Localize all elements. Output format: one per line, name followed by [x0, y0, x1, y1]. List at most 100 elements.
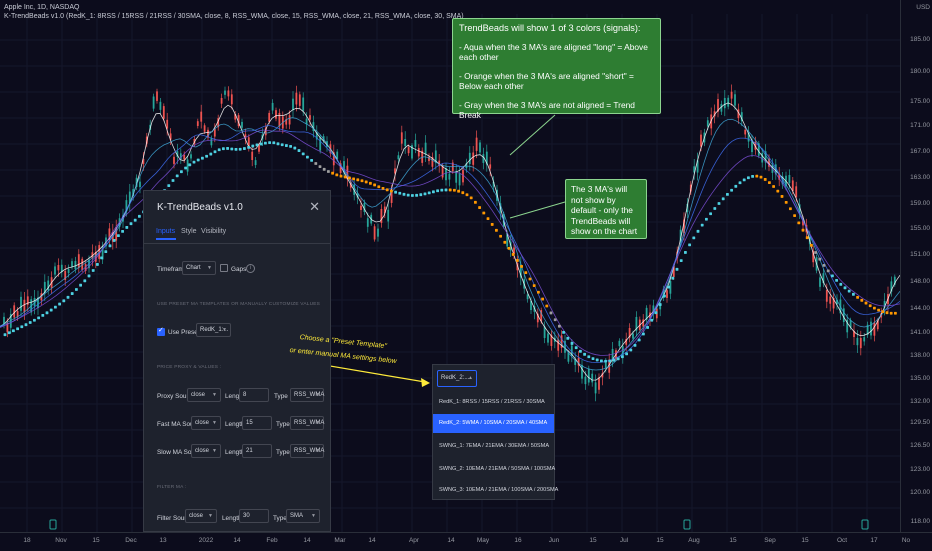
chevron-down-icon: ▼ [315, 420, 320, 426]
fast-ma-length-input[interactable]: 15 [242, 416, 272, 430]
preset-option-redk2[interactable]: RedK_2: 5WMA / 10SMA / 20SMA / 40SMA [433, 414, 554, 433]
slow-ma-length-input[interactable]: 21 [242, 444, 272, 458]
fast-ma-type-select[interactable]: RSS_WMA ▼ [290, 416, 324, 430]
chevron-down-icon: ▼ [311, 513, 316, 519]
time-tick: 15 [656, 537, 664, 544]
time-tick: Oct [836, 537, 848, 544]
time-tick: Feb [266, 537, 278, 544]
price-tick: 167.00 [910, 148, 930, 155]
price-tick: 159.00 [910, 200, 930, 207]
time-tick: 14 [303, 537, 311, 544]
timeframe-select[interactable]: Chart ▼ [182, 261, 216, 275]
price-tick: 138.00 [910, 352, 930, 359]
symbol-title: Apple Inc, 1D, NASDAQ [4, 4, 80, 11]
proxy-type-select[interactable]: RSS_WMA ▼ [290, 388, 324, 402]
preset-dropdown-select[interactable]: RedK_2:... ▲ [437, 370, 477, 387]
time-tick: Nov [55, 537, 67, 544]
tab-inputs[interactable]: Inputs [156, 228, 175, 235]
slow-ma-source-select[interactable]: close ▼ [191, 444, 221, 458]
proxy-length-input[interactable]: 8 [239, 388, 269, 402]
time-tick: 15 [729, 537, 737, 544]
close-icon[interactable]: ✕ [309, 199, 320, 215]
chevron-down-icon: ▼ [212, 420, 217, 426]
filter-source-select[interactable]: close ▼ [185, 509, 217, 523]
callout-line-orange: - Orange when the 3 MA's are aligned "sh… [459, 71, 634, 91]
chevron-down-icon: ▼ [315, 448, 320, 454]
preset-select[interactable]: RedK_1:... ▼ [196, 323, 231, 337]
price-tick: 148.00 [910, 278, 930, 285]
time-tick: 13 [159, 537, 167, 544]
price-tick: 120.00 [910, 489, 930, 496]
info-icon[interactable]: i [246, 264, 255, 273]
divider [144, 243, 330, 244]
use-presets-checkbox[interactable] [157, 326, 165, 336]
chevron-down-icon: ▼ [207, 265, 212, 271]
time-axis[interactable]: 18 Nov 15 Dec 13 2022 14 Feb 14 Mar 14 A… [0, 532, 932, 551]
time-tick: Apr [408, 537, 420, 544]
preset-option-swng1[interactable]: SWNG_1: 7EMA / 21EMA / 30EMA / 50SMA [433, 437, 554, 456]
type-label: Type [276, 421, 290, 428]
price-tick: 185.00 [910, 36, 930, 43]
section-filter: FILTER MA : [157, 485, 187, 490]
price-tick: 141.00 [910, 329, 930, 336]
price-tick: 163.00 [910, 174, 930, 181]
time-tick: Jun [548, 537, 560, 544]
chevron-down-icon: ▼ [212, 448, 217, 454]
tab-visibility[interactable]: Visibility [201, 228, 226, 235]
ma-default-callout: The 3 MA's will not show by default - on… [565, 179, 647, 239]
slow-ma-type-select[interactable]: RSS_WMA ▼ [290, 444, 324, 458]
price-tick: 151.00 [910, 251, 930, 258]
price-tick: 132.00 [910, 398, 930, 405]
time-tick: Jul [619, 537, 629, 544]
currency-label: USD [916, 4, 930, 11]
chevron-down-icon: ▼ [208, 513, 213, 519]
preset-dropdown-menu: RedK_2:... ▲ RedK_1: 8RSS / 15RSS / 21RSS… [432, 364, 558, 500]
price-tick: 123.00 [910, 466, 930, 473]
time-tick: May [476, 537, 490, 544]
price-tick: 175.00 [910, 98, 930, 105]
time-tick: 16 [514, 537, 522, 544]
callout-line-aqua: - Aqua when the 3 MA's are aligned "long… [459, 42, 648, 62]
price-tick: 129.50 [910, 419, 930, 426]
proxy-source-select[interactable]: close ▼ [187, 388, 221, 402]
callout-line-gray: - Gray when the 3 MA's are not aligned =… [459, 100, 635, 120]
time-tick: 14 [233, 537, 241, 544]
indicator-legend[interactable]: K-TrendBeads v1.0 (RedK_1: 8RSS / 15RSS … [4, 12, 464, 21]
active-tab-indicator [156, 238, 176, 240]
preset-option-swng3[interactable]: SWNG_3: 10EMA / 21EMA / 100SMA / 200SMA [433, 481, 558, 500]
section-presets: USE PRESET MA TEMPLATES OR MANUALLY CUST… [157, 302, 321, 307]
time-tick: 14 [368, 537, 376, 544]
price-tick: 118.00 [910, 518, 930, 525]
time-tick: 17 [870, 537, 878, 544]
fast-ma-source-select[interactable]: close ▼ [191, 416, 221, 430]
filter-length-input[interactable]: 30 [239, 509, 269, 523]
preset-option-swng2[interactable]: SWNG_2: 10EMA / 21EMA / 50SMA / 100SMA [433, 460, 555, 479]
type-label: Type [276, 449, 290, 456]
time-tick: 14 [447, 537, 455, 544]
time-tick: 15 [801, 537, 809, 544]
time-tick: No [901, 537, 911, 544]
indicator-settings-dialog: K-TrendBeads v1.0 ✕ Inputs Style Visibil… [143, 190, 331, 532]
price-tick: 135.00 [910, 375, 930, 382]
section-price-proxy: PRICE PROXY & VALUES : [157, 365, 222, 370]
tab-style[interactable]: Style [181, 228, 197, 235]
gaps-label: Gaps [231, 266, 247, 273]
time-tick: Dec [125, 537, 137, 544]
chevron-down-icon: ▼ [222, 327, 227, 333]
time-tick: Mar [334, 537, 346, 544]
time-tick: 2022 [198, 537, 214, 544]
price-axis[interactable]: USD 185.00 180.00 175.00 171.00 167.00 1… [900, 0, 932, 532]
gaps-checkbox[interactable] [220, 264, 228, 272]
chevron-up-icon: ▲ [468, 375, 473, 381]
price-tick: 180.00 [910, 68, 930, 75]
filter-type-select[interactable]: SMA ▼ [286, 509, 320, 523]
time-tick: Aug [688, 537, 700, 544]
chevron-down-icon: ▼ [315, 392, 320, 398]
type-label: Type [274, 393, 288, 400]
time-tick: Sep [764, 537, 776, 544]
chevron-down-icon: ▼ [212, 392, 217, 398]
dialog-title: K-TrendBeads v1.0 [157, 202, 243, 213]
price-tick: 171.00 [910, 122, 930, 129]
time-tick: 15 [589, 537, 597, 544]
preset-option-redk1[interactable]: RedK_1: 8RSS / 15RSS / 21RSS / 30SMA [433, 393, 554, 412]
